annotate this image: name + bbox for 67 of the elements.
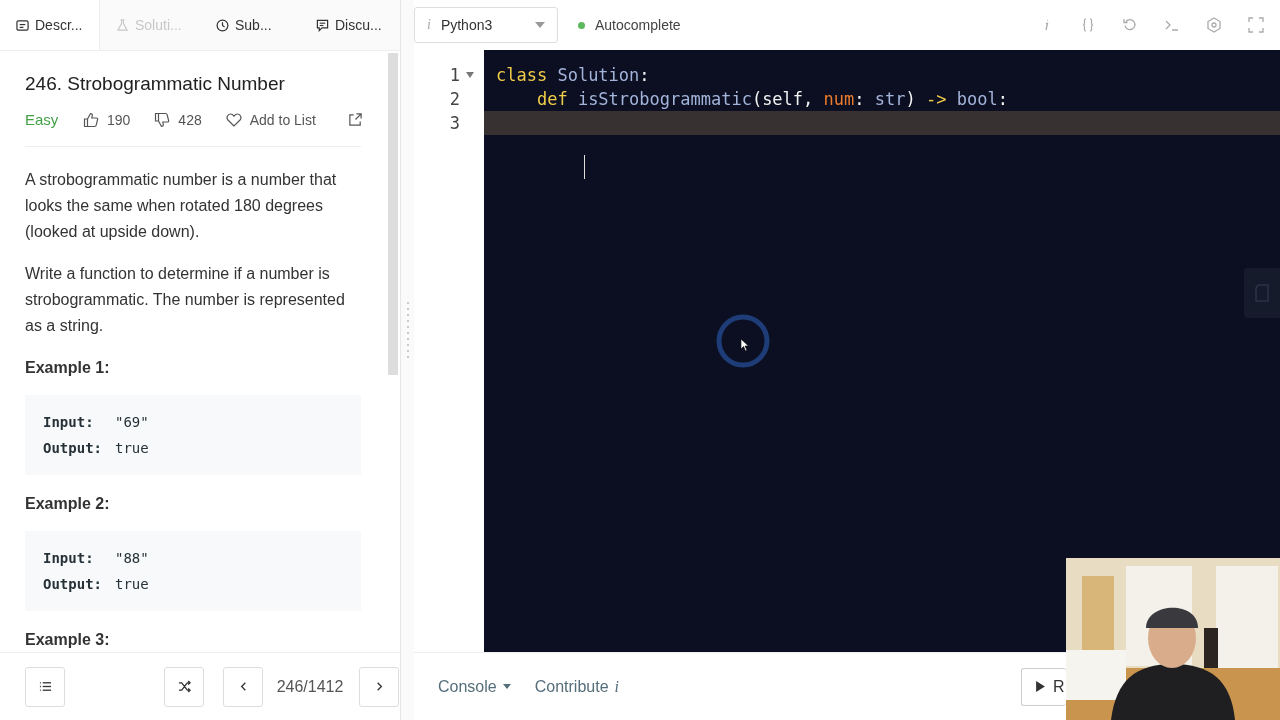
previous-button[interactable] bbox=[223, 666, 263, 707]
document-icon bbox=[1254, 284, 1270, 302]
caret-icon bbox=[535, 22, 545, 28]
play-icon bbox=[1036, 681, 1045, 692]
problem-list-button[interactable] bbox=[25, 666, 65, 707]
fold-arrow-icon[interactable] bbox=[466, 72, 474, 78]
fullscreen-icon[interactable] bbox=[1248, 17, 1264, 33]
code-line: def isStrobogrammatic(self, num: str) -> bool: bbox=[536, 89, 1008, 109]
heart-icon bbox=[225, 111, 242, 128]
tab-label: Sub... bbox=[235, 17, 272, 33]
mouse-pointer-icon bbox=[741, 339, 749, 351]
resize-handle[interactable] bbox=[405, 300, 410, 360]
difficulty-label: Easy bbox=[25, 111, 60, 128]
status-dot bbox=[578, 21, 585, 29]
code-line: class Solution: bbox=[496, 65, 650, 85]
comment-icon bbox=[316, 18, 329, 32]
example-value: "69" bbox=[115, 414, 149, 430]
flask-icon bbox=[116, 18, 129, 32]
example-value: true bbox=[115, 576, 149, 592]
example-heading: Example 3: bbox=[25, 631, 111, 649]
share-icon[interactable] bbox=[348, 112, 363, 127]
side-panel-tab[interactable] bbox=[1244, 268, 1280, 318]
description-paragraph: A strobogrammatic number is a number that looks the same when rotated 180 degrees (looked at upside down). bbox=[25, 170, 338, 242]
example-label: Output: bbox=[43, 575, 103, 594]
loading-spinner-icon bbox=[715, 313, 771, 369]
tab[interactable]: Sub... bbox=[200, 0, 300, 50]
add-to-list-button[interactable]: Add to List bbox=[225, 111, 316, 128]
example-value: "88" bbox=[115, 550, 149, 566]
next-button[interactable] bbox=[359, 666, 399, 707]
tab-label: Discu... bbox=[335, 17, 382, 33]
caret-icon bbox=[502, 684, 511, 689]
example-heading: Example 1: bbox=[25, 359, 111, 377]
language-dropdown[interactable]: i Python3 bbox=[414, 7, 558, 43]
line-number: 1 bbox=[449, 65, 460, 85]
braces-icon[interactable] bbox=[1080, 17, 1096, 33]
document-icon bbox=[16, 18, 29, 32]
problem-counter: 246/1412 bbox=[275, 677, 345, 696]
info-mark: i bbox=[427, 17, 431, 33]
tab[interactable]: Descr... bbox=[0, 0, 100, 50]
autocomplete-toggle[interactable]: Autocomplete bbox=[578, 17, 681, 33]
text-cursor bbox=[584, 155, 585, 179]
description-paragraph: Write a function to determine if a number is strobogrammatic. The number is represented as a string. bbox=[25, 264, 345, 336]
example-label: Input: bbox=[43, 413, 95, 432]
line-number: 2 bbox=[449, 89, 460, 109]
tab[interactable]: Discu... bbox=[300, 0, 400, 50]
example-heading: Example 2: bbox=[25, 495, 111, 513]
console-button[interactable]: Console bbox=[438, 677, 511, 696]
example-label: Output: bbox=[43, 439, 103, 458]
shuffle-button[interactable] bbox=[164, 666, 204, 707]
list-icon bbox=[38, 680, 52, 693]
line-number: 3 bbox=[449, 113, 460, 133]
thumbs-down-icon bbox=[154, 111, 171, 128]
tab-label: Descr... bbox=[35, 17, 83, 33]
like-button[interactable]: 190 bbox=[83, 111, 131, 128]
thumbs-up-icon bbox=[83, 111, 99, 128]
example-value: true bbox=[115, 440, 149, 456]
problem-title: 246. Strobogrammatic Number bbox=[25, 73, 286, 95]
reset-icon[interactable] bbox=[1122, 17, 1138, 33]
run-button[interactable]: R bbox=[1021, 667, 1066, 706]
shuffle-icon bbox=[177, 680, 191, 693]
clock-icon bbox=[216, 18, 229, 32]
example-label: Input: bbox=[43, 549, 95, 568]
dislike-button[interactable]: 428 bbox=[154, 111, 202, 128]
code-editor[interactable]: class Solution: def isStrobogrammatic(self, num: str) -> bool: bbox=[484, 50, 1280, 652]
contribute-button[interactable]: Contribute i bbox=[534, 677, 619, 696]
settings-icon[interactable] bbox=[1206, 17, 1222, 33]
scrollbar-thumb[interactable] bbox=[388, 53, 398, 375]
